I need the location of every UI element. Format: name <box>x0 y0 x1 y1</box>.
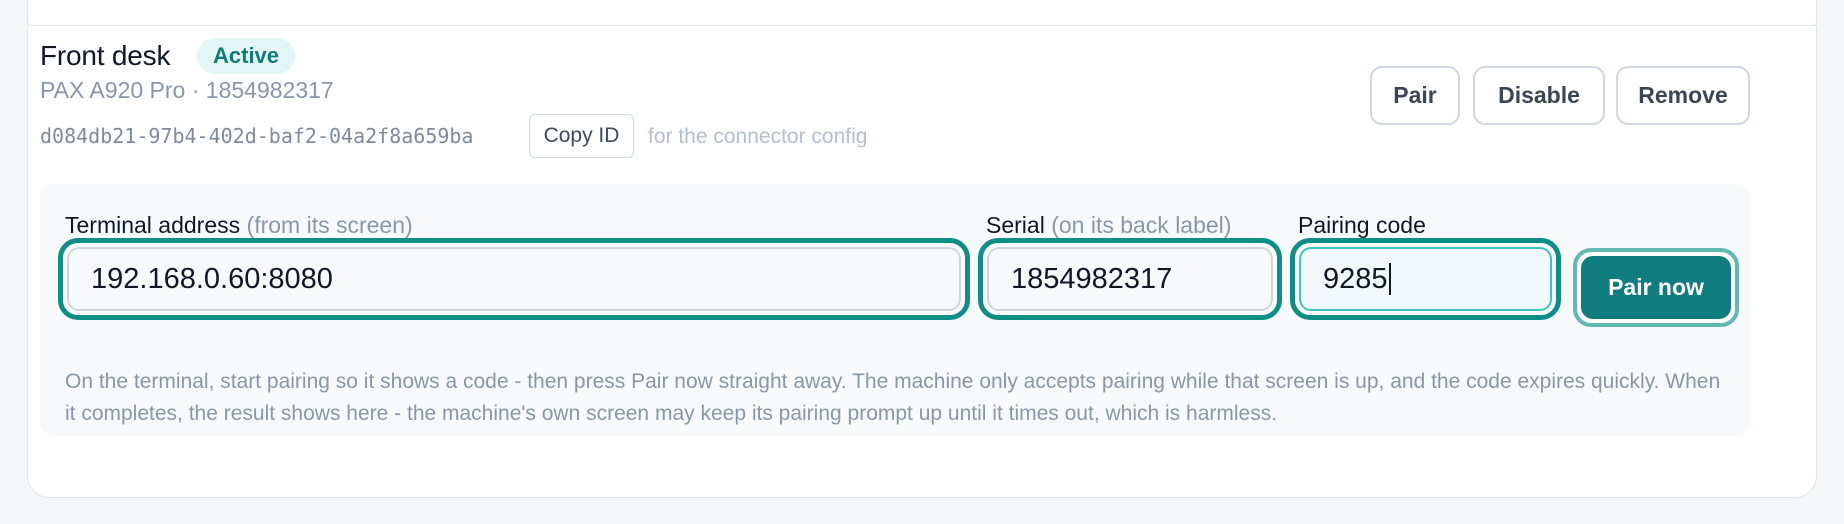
pairing-code-field[interactable]: 9285 <box>1299 247 1552 311</box>
status-badge: Active <box>197 38 296 74</box>
pair-button[interactable]: Pair <box>1370 66 1460 125</box>
remove-button[interactable]: Remove <box>1616 66 1750 125</box>
text-caret <box>1388 263 1391 295</box>
serial-label-text: Serial <box>986 212 1045 238</box>
copy-id-button[interactable]: Copy ID <box>529 114 634 158</box>
serial-input[interactable]: 1854982317 <box>978 238 1282 320</box>
pairing-code-label: Pairing code <box>1298 212 1426 238</box>
previous-terminal-card <box>27 0 1817 26</box>
terminal-address-hint: (from its screen) <box>246 212 413 238</box>
terminal-address-input[interactable]: 192.168.0.60:8080 <box>58 238 970 320</box>
pair-now-focus-ring: Pair now <box>1573 248 1739 327</box>
terminal-address-label: Terminal address (from its screen) <box>65 212 413 239</box>
terminal-address-label-text: Terminal address <box>65 212 241 238</box>
serial-value[interactable]: 1854982317 <box>987 247 1273 311</box>
terminal-model-serial: PAX A920 Pro · 1854982317 <box>40 77 334 103</box>
serial-label: Serial (on its back label) <box>986 212 1231 239</box>
copy-id-hint: for the connector config <box>648 125 868 148</box>
pairing-help-text: On the terminal, start pairing so it sho… <box>65 370 1721 425</box>
disable-button[interactable]: Disable <box>1473 66 1605 125</box>
pairing-code-value: 9285 <box>1323 262 1388 295</box>
pair-now-button[interactable]: Pair now <box>1581 256 1731 319</box>
terminal-address-value[interactable]: 192.168.0.60:8080 <box>67 247 961 311</box>
serial-hint: (on its back label) <box>1051 212 1232 238</box>
terminal-name: Front desk <box>40 40 171 71</box>
terminal-id: d084db21-97b4-402d-baf2-04a2f8a659ba <box>40 124 474 148</box>
pairing-code-input[interactable]: 9285 <box>1290 238 1561 320</box>
